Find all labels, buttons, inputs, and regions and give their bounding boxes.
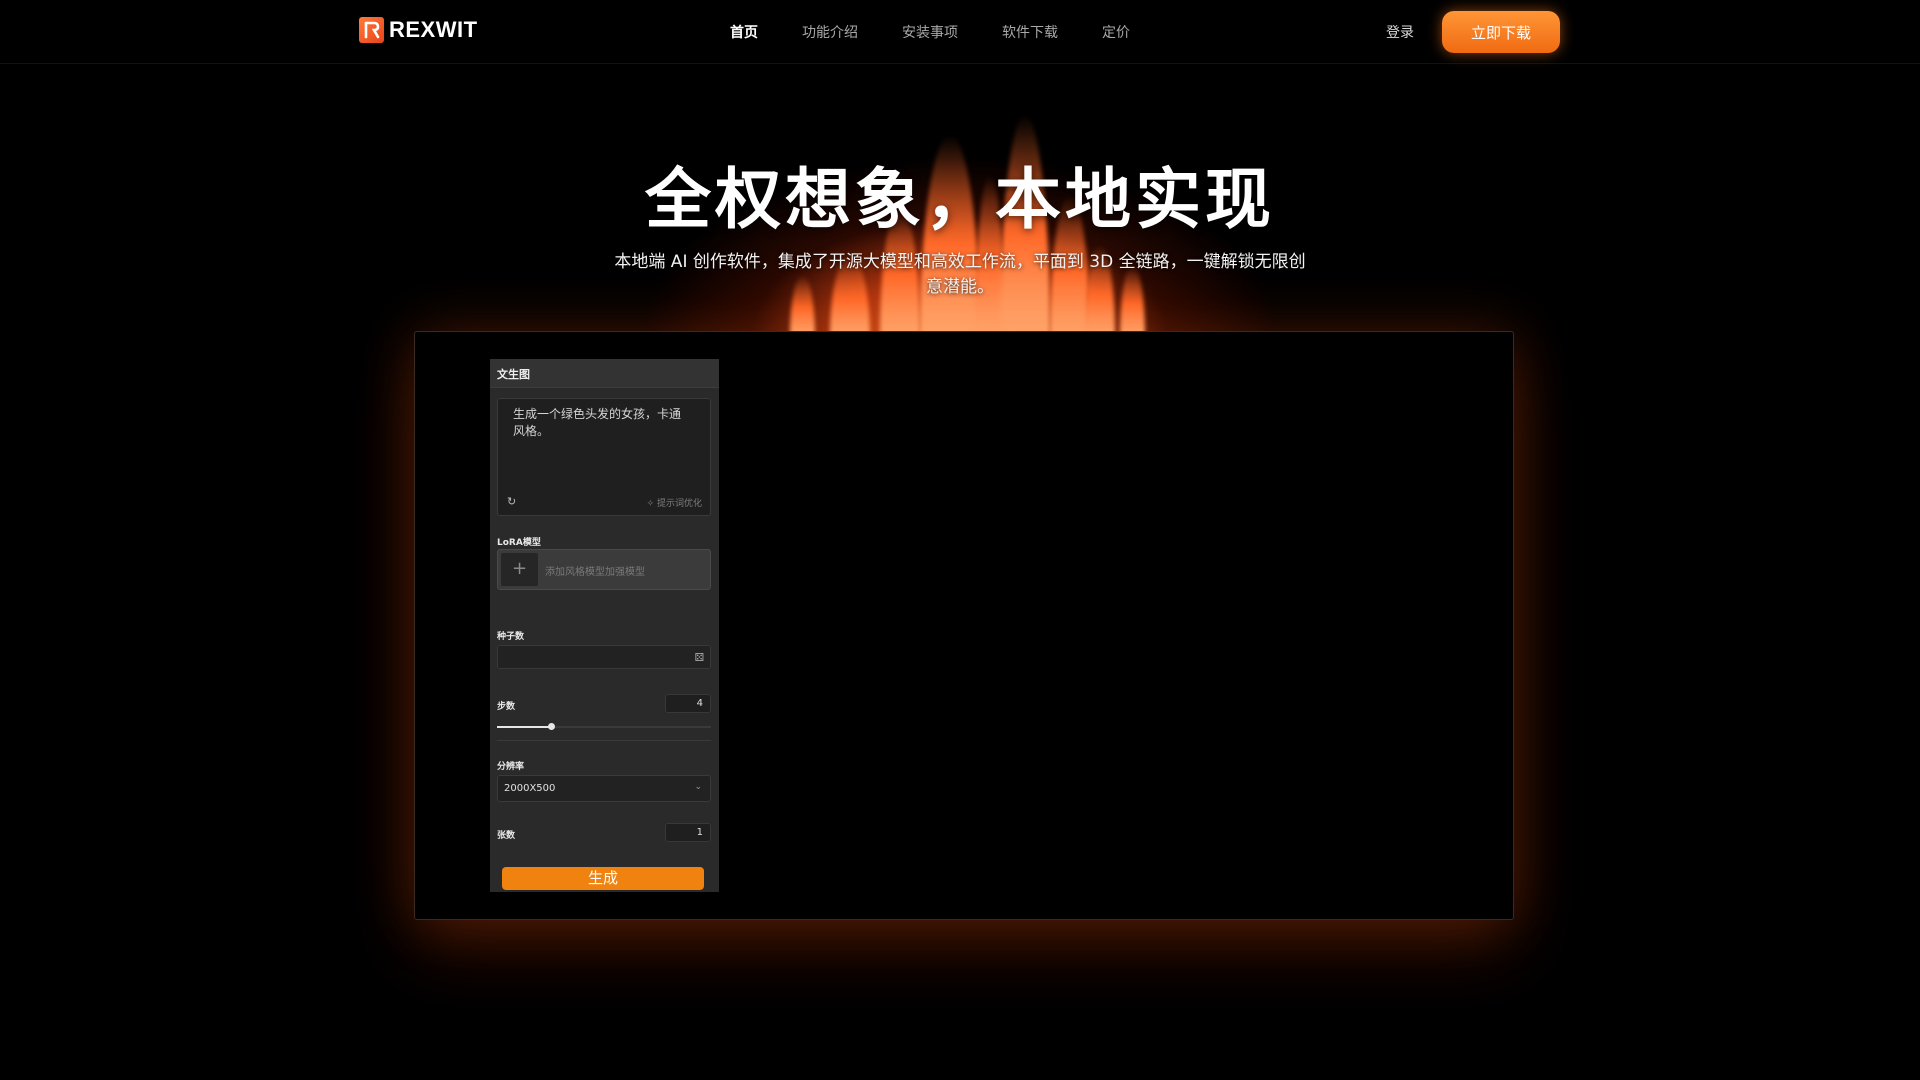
- plus-icon: +: [501, 553, 538, 586]
- rexwit-logo-icon: [359, 17, 384, 43]
- hero-subtitle: 本地端 AI 创作软件，集成了开源大模型和高效工作流，平面到 3D 全链路，一键…: [614, 252, 1306, 297]
- nav-item-pricing[interactable]: 定价: [1102, 22, 1130, 42]
- resolution-select[interactable]: 2000X500 ⌄: [497, 775, 711, 802]
- steps-value-input[interactable]: 4: [665, 694, 711, 713]
- logo-text: REXWIT: [389, 17, 478, 42]
- seed-input[interactable]: ⚄: [497, 645, 711, 669]
- divider: [497, 740, 711, 741]
- hero-title: 全权想象，本地实现: [645, 161, 1275, 238]
- logo[interactable]: REXWIT: [359, 17, 478, 43]
- prompt-input[interactable]: 生成一个绿色头发的女孩，卡通风格。 ↻ ✧ 提示词优化: [497, 398, 711, 516]
- steps-slider[interactable]: [497, 723, 711, 730]
- lora-hint: 添加风格模型加强模型: [545, 567, 645, 578]
- nav-item-install[interactable]: 安装事项: [902, 22, 958, 42]
- panel-title: 文生图: [490, 359, 719, 388]
- count-value-input[interactable]: 1: [665, 823, 711, 842]
- download-now-button[interactable]: 立即下载: [1442, 11, 1560, 53]
- top-nav-bar: REXWIT 首页 功能介绍 安装事项 软件下载 定价 登录 立即下载: [0, 0, 1920, 64]
- prompt-text: 生成一个绿色头发的女孩，卡通风格。: [513, 407, 682, 438]
- main-nav: 首页 功能介绍 安装事项 软件下载 定价: [730, 22, 1174, 42]
- add-lora-button[interactable]: + 添加风格模型加强模型: [497, 549, 711, 590]
- chevron-down-icon: ⌄: [694, 782, 702, 792]
- refresh-icon[interactable]: ↻: [507, 496, 518, 507]
- resolution-label: 分辨率: [497, 762, 525, 772]
- count-label: 张数: [497, 831, 516, 841]
- resolution-value: 2000X500: [504, 783, 556, 794]
- seed-label: 种子数: [497, 632, 525, 642]
- wand-icon: ✧: [646, 499, 655, 509]
- nav-item-download[interactable]: 软件下载: [1002, 22, 1058, 42]
- nav-item-features[interactable]: 功能介绍: [802, 22, 858, 42]
- steps-slider-fill: [497, 726, 551, 728]
- nav-item-home[interactable]: 首页: [730, 22, 758, 42]
- prompt-optimize-button[interactable]: ✧ 提示词优化: [647, 496, 702, 509]
- lora-label: LoRA模型: [497, 538, 541, 548]
- steps-label: 步数: [497, 702, 516, 712]
- login-link[interactable]: 登录: [1386, 22, 1414, 42]
- dice-icon[interactable]: ⚄: [694, 651, 704, 664]
- text-to-image-panel: 文生图 生成一个绿色头发的女孩，卡通风格。 ↻ ✧ 提示词优化 LoRA模型 +…: [490, 359, 719, 892]
- steps-slider-handle[interactable]: [547, 723, 555, 730]
- generate-button[interactable]: 生成: [502, 867, 704, 890]
- prompt-optimize-label: 提示词优化: [656, 499, 702, 509]
